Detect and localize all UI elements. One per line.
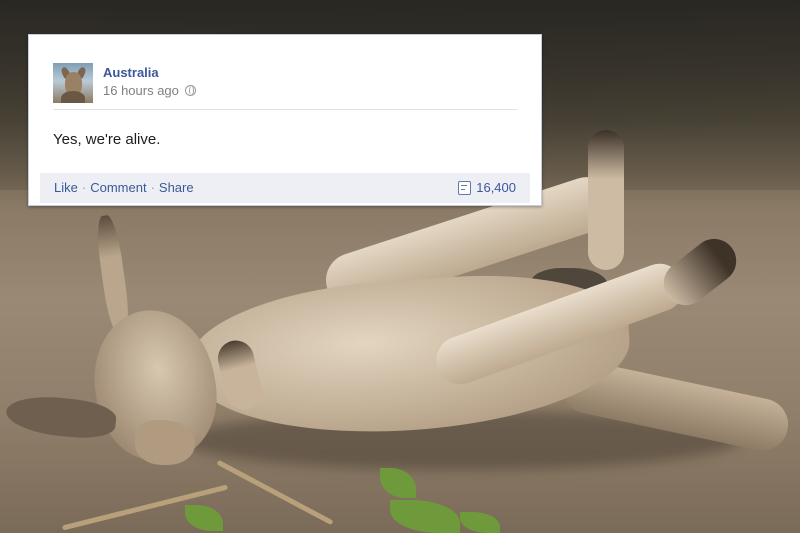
photo-leaf bbox=[185, 505, 223, 531]
header-divider bbox=[53, 109, 517, 110]
page-avatar[interactable] bbox=[53, 63, 93, 103]
facebook-post-card: Australia 16 hours ago Yes, we're alive.… bbox=[28, 34, 542, 206]
action-separator: · bbox=[81, 180, 87, 195]
post-timestamp[interactable]: 16 hours ago bbox=[103, 83, 179, 98]
post-meta: 16 hours ago bbox=[103, 83, 196, 98]
photo-leaf bbox=[460, 512, 500, 533]
share-link[interactable]: Share bbox=[159, 180, 194, 195]
kangaroo-ear bbox=[135, 420, 195, 465]
like-link[interactable]: Like bbox=[54, 180, 78, 195]
post-actions: Like · Comment · Share bbox=[54, 180, 194, 195]
globe-icon[interactable] bbox=[184, 85, 196, 96]
avatar-kangaroo-body bbox=[61, 91, 85, 103]
photo-leaf bbox=[380, 468, 416, 498]
kangaroo-foot bbox=[588, 130, 624, 270]
action-separator: · bbox=[150, 180, 155, 195]
share-count[interactable]: 16,400 bbox=[458, 180, 516, 195]
photo-twig bbox=[216, 459, 334, 526]
post-text: Yes, we're alive. bbox=[53, 131, 161, 148]
comment-link[interactable]: Comment bbox=[90, 180, 146, 195]
page-name-link[interactable]: Australia bbox=[103, 65, 159, 80]
photo-leaf bbox=[390, 500, 460, 533]
share-count-value: 16,400 bbox=[476, 180, 516, 195]
post-footer: Like · Comment · Share 16,400 bbox=[40, 173, 530, 203]
post-header: Australia 16 hours ago bbox=[53, 63, 517, 113]
share-count-icon bbox=[458, 180, 472, 195]
